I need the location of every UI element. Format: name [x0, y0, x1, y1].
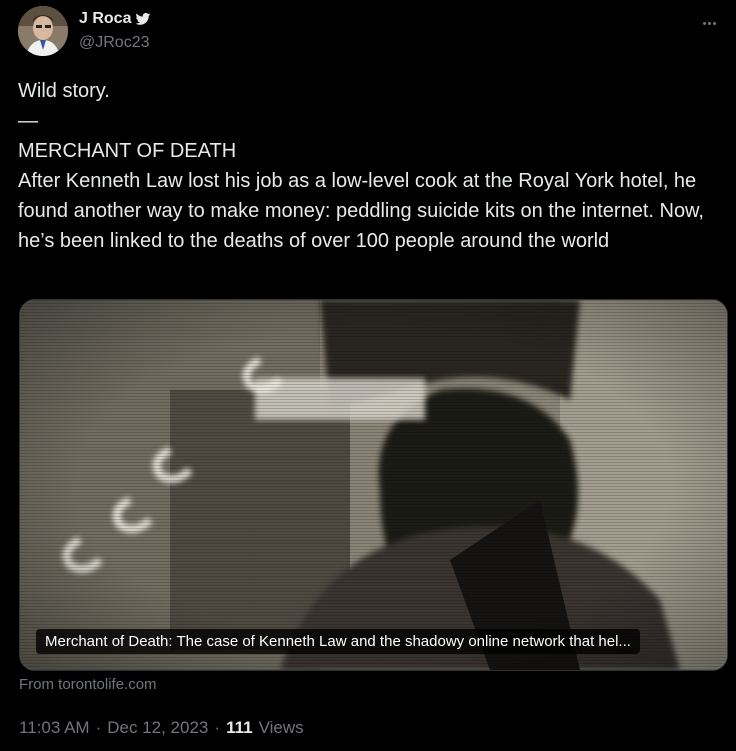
meta-separator: ·: [95, 718, 102, 737]
more-options-icon[interactable]: [702, 12, 722, 32]
card-source[interactable]: From torontolife.com: [19, 676, 157, 693]
scanline-overlay: [20, 300, 727, 670]
author-name[interactable]: J Roca: [79, 10, 131, 28]
tweet-text: Wild story. — MERCHANT OF DEATH After Ke…: [18, 80, 704, 252]
card-title[interactable]: Merchant of Death: The case of Kenneth L…: [36, 629, 640, 654]
views-count: 111: [226, 718, 253, 737]
avatar[interactable]: [18, 6, 68, 56]
tweet-meta: 11:03 AM · Dec 12, 2023 · 111 Views: [19, 718, 304, 738]
tweet-time[interactable]: 11:03 AM: [19, 718, 90, 738]
author-handle[interactable]: @JRoc23: [79, 34, 150, 52]
views-label: Views: [258, 718, 304, 737]
meta-separator-2: ·: [214, 718, 221, 737]
link-card[interactable]: Merchant of Death: The case of Kenneth L…: [19, 299, 728, 671]
tweet-date[interactable]: Dec 12, 2023: [107, 718, 208, 738]
bird-icon: [136, 13, 151, 25]
tweet-header: J Roca @JRoc23: [18, 6, 728, 60]
